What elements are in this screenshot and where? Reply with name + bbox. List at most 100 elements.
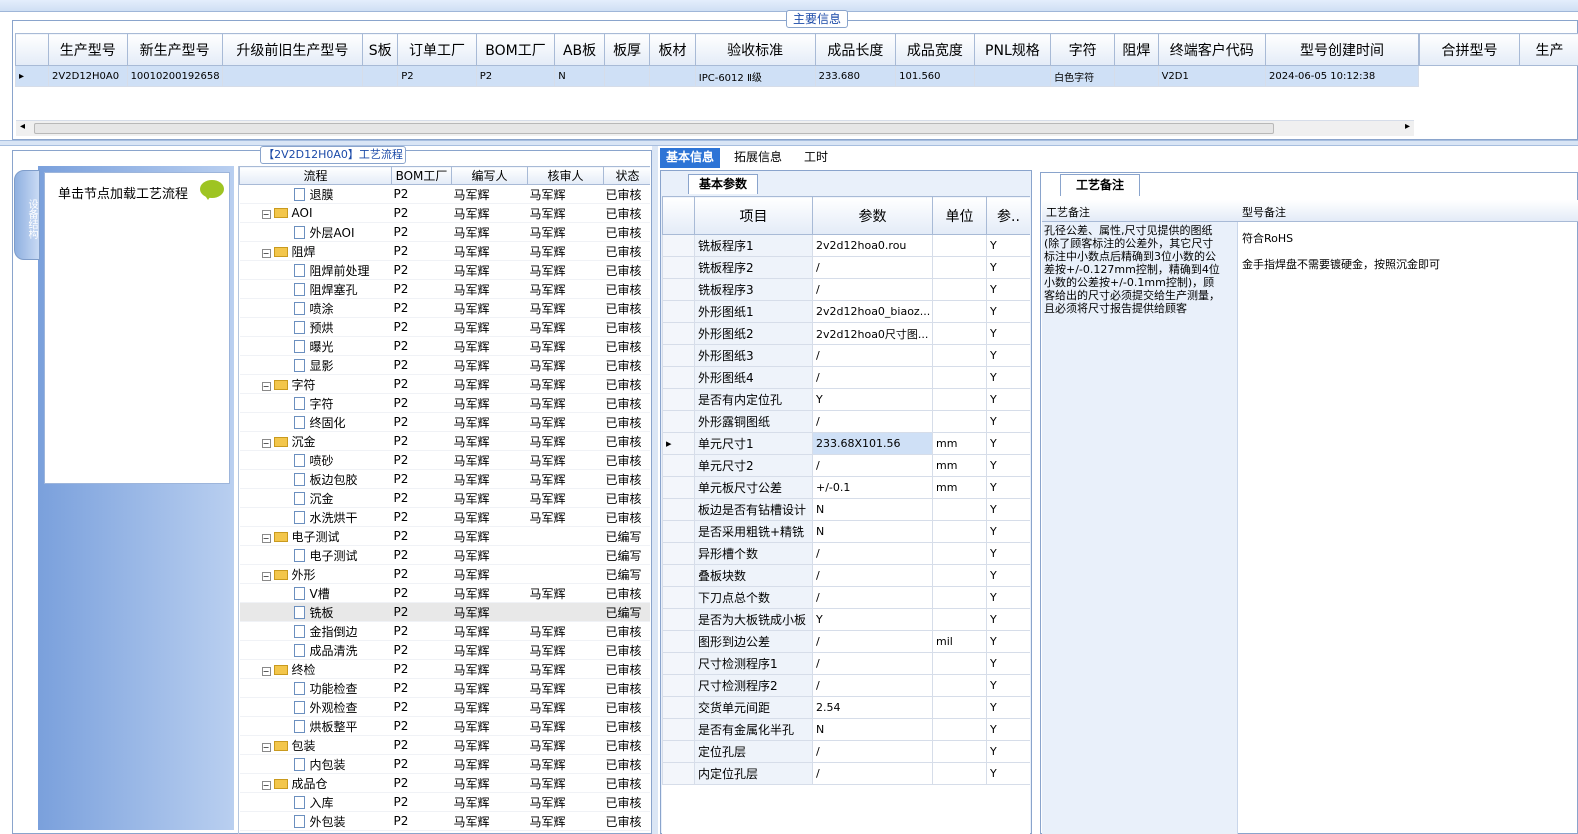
param-unit[interactable]	[932, 256, 987, 279]
param-flag[interactable]: Y	[986, 608, 1030, 631]
table-cell[interactable]: 已审核	[603, 279, 650, 299]
table-cell[interactable]: 233.680	[814, 65, 897, 87]
table-cell[interactable]: 马军辉	[527, 222, 604, 242]
param-unit[interactable]	[932, 608, 987, 631]
equipment-structure-tab[interactable]: 设备结构	[14, 170, 40, 260]
table-cell[interactable]: 已审核	[603, 393, 650, 413]
param-value[interactable]: /	[812, 410, 933, 433]
table-cell[interactable]: 已审核	[603, 450, 650, 470]
table-cell[interactable]: 已审核	[603, 716, 650, 736]
table-cell[interactable]: P2	[391, 602, 452, 622]
table-cell[interactable]: 马军辉	[451, 412, 528, 432]
table-row[interactable]: 是否为大板铣成小板 Y Y	[662, 608, 1030, 631]
table-row[interactable]: ▸ 单元尺寸1 233.68X101.56 mm Y	[662, 432, 1030, 455]
table-cell[interactable]: P2	[391, 735, 452, 755]
table-row[interactable]: 外形图纸1 2v2d12hoa0_biaoz... Y	[662, 300, 1030, 323]
tree-node[interactable]: 曝光	[239, 336, 392, 356]
table-cell[interactable]: 马军辉	[527, 621, 604, 641]
column-header[interactable]: AB板	[554, 33, 605, 66]
tree-node[interactable]: 烘板整平	[239, 716, 392, 736]
tree-node[interactable]: − 外形	[239, 564, 392, 584]
table-cell[interactable]: P2	[391, 621, 452, 641]
tree-node[interactable]: 板边包胶	[239, 469, 392, 489]
table-cell[interactable]: 马军辉	[527, 336, 604, 356]
table-row[interactable]: 显影 P2 马军辉 马军辉 已审核	[239, 355, 650, 375]
table-cell[interactable]: 马军辉	[451, 773, 528, 793]
param-unit[interactable]	[932, 234, 987, 257]
collapse-icon[interactable]: −	[261, 248, 271, 258]
table-cell[interactable]: 马军辉	[451, 241, 528, 261]
table-row[interactable]: 电子测试 P2 马军辉 已编写	[239, 545, 650, 565]
tree-node[interactable]: 外层AOI	[239, 222, 392, 242]
param-flag[interactable]: Y	[986, 564, 1030, 587]
table-row[interactable]: 金指倒边 P2 马军辉 马军辉 已审核	[239, 621, 650, 641]
table-row[interactable]: 退膜 P2 马军辉 马军辉 已审核	[239, 184, 650, 204]
table-cell[interactable]: P2	[391, 659, 452, 679]
column-header[interactable]: 型号创建时间	[1265, 33, 1419, 66]
param-flag[interactable]: Y	[986, 740, 1030, 763]
column-header-production[interactable]: 生产	[1519, 33, 1578, 66]
param-flag[interactable]: Y	[986, 410, 1030, 433]
table-cell[interactable]: 已审核	[603, 811, 650, 831]
table-cell[interactable]: P2	[391, 260, 452, 280]
table-cell[interactable]: 已审核	[603, 583, 650, 603]
param-unit[interactable]	[932, 762, 987, 785]
table-row[interactable]: 铣板 P2 马军辉 已编写	[239, 602, 650, 622]
table-cell[interactable]: 马军辉	[527, 241, 604, 261]
table-row[interactable]: 下刀点总个数 / Y	[662, 586, 1030, 609]
table-row[interactable]: 内包装 P2 马军辉 马军辉 已审核	[239, 754, 650, 774]
table-row[interactable]: 外观检查 P2 马军辉 马军辉 已审核	[239, 697, 650, 717]
table-row[interactable]: 是否有金属化半孔 N Y	[662, 718, 1030, 741]
column-header[interactable]: 核审人	[527, 166, 604, 185]
scroll-right-icon[interactable]: ▸	[1405, 121, 1410, 132]
table-cell[interactable]: 马军辉	[451, 640, 528, 660]
table-cell[interactable]: 已编写	[603, 602, 650, 622]
table-cell[interactable]: P2	[391, 279, 452, 299]
table-row[interactable]: 成品清洗 P2 马军辉 马军辉 已审核	[239, 640, 650, 660]
param-value[interactable]: /	[812, 762, 933, 785]
table-row[interactable]: 异形槽个数 / Y	[662, 542, 1030, 565]
column-header[interactable]: 生产型号	[48, 33, 128, 66]
tree-node[interactable]: − 字符	[239, 374, 392, 394]
column-header[interactable]: 成品长度	[814, 33, 897, 66]
param-unit[interactable]	[932, 696, 987, 719]
param-flag[interactable]: Y	[986, 718, 1030, 741]
param-flag[interactable]: Y	[986, 366, 1030, 389]
column-header[interactable]: 流程	[239, 166, 392, 185]
table-cell[interactable]: 马军辉	[527, 659, 604, 679]
param-flag[interactable]: Y	[986, 696, 1030, 719]
table-cell[interactable]: 马军辉	[451, 526, 528, 546]
table-cell[interactable]: 马军辉	[451, 621, 528, 641]
collapse-icon[interactable]: −	[261, 438, 271, 448]
param-value[interactable]: /	[812, 586, 933, 609]
table-cell[interactable]: P2	[391, 811, 452, 831]
craft-remark-text[interactable]: 孔径公差、属性,尺寸见提供的图纸(除了顾客标注的公差外，其它尺寸标注中小数点后精…	[1044, 224, 1220, 315]
table-row[interactable]: 终固化 P2 马军辉 马军辉 已审核	[239, 412, 650, 432]
tree-node[interactable]: − 包装	[239, 735, 392, 755]
param-flag[interactable]: Y	[986, 256, 1030, 279]
param-value[interactable]: /	[812, 564, 933, 587]
table-cell[interactable]: 已编写	[603, 526, 650, 546]
table-row[interactable]: 图形到边公差 / mil Y	[662, 630, 1030, 653]
table-row[interactable]: 外形图纸3/ Y	[662, 344, 1030, 367]
table-cell[interactable]: 马军辉	[451, 488, 528, 508]
param-unit[interactable]	[932, 366, 987, 389]
column-header[interactable]: 单位	[932, 196, 987, 235]
column-header[interactable]: 升级前旧生产型号	[221, 33, 364, 66]
param-flag[interactable]: Y	[986, 234, 1030, 257]
scroll-left-icon[interactable]: ◂	[20, 121, 25, 132]
table-cell[interactable]: 马军辉	[451, 469, 528, 489]
table-cell[interactable]: 马军辉	[451, 317, 528, 337]
table-cell[interactable]: 马军辉	[527, 640, 604, 660]
table-row[interactable]: 单元尺寸2/mm Y	[662, 454, 1030, 477]
param-flag[interactable]: Y	[986, 498, 1030, 521]
table-cell[interactable]: 马军辉	[451, 184, 528, 204]
column-header[interactable]: 阻焊	[1114, 33, 1159, 66]
table-row[interactable]: 沉金 P2 马军辉 马军辉 已审核	[239, 488, 650, 508]
table-cell[interactable]: 马军辉	[527, 735, 604, 755]
table-cell[interactable]: P2	[475, 65, 556, 87]
param-unit[interactable]	[932, 542, 987, 565]
table-cell[interactable]: 马军辉	[527, 583, 604, 603]
table-cell[interactable]: P2	[391, 222, 452, 242]
table-cell[interactable]	[973, 65, 1052, 87]
